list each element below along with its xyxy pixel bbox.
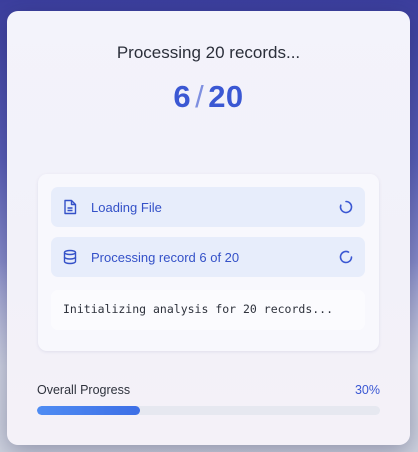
step-processing-record: Processing record 6 of 20 xyxy=(51,237,365,277)
spinner-icon xyxy=(338,199,354,215)
counter-separator: / xyxy=(195,79,205,114)
status-log: Initializing analysis for 20 records... xyxy=(51,290,365,330)
database-icon xyxy=(62,249,78,265)
step-label: Loading File xyxy=(91,199,162,215)
progress-dialog: Processing 20 records... 6/20 Loading Fi… xyxy=(7,11,410,445)
step-loading-file: Loading File xyxy=(51,187,365,227)
progress-bar xyxy=(37,406,380,415)
counter-total: 20 xyxy=(208,79,244,114)
file-icon xyxy=(62,199,78,215)
progress-label: Overall Progress xyxy=(37,383,131,397)
progress-bar-fill xyxy=(37,406,140,415)
dialog-title: Processing 20 records... xyxy=(116,43,301,62)
spinner-icon xyxy=(338,249,354,265)
progress-percent: 30% xyxy=(354,383,380,397)
counter-current: 6 xyxy=(173,79,192,114)
step-label: Processing record 6 of 20 xyxy=(91,249,240,265)
record-counter: 6/20 xyxy=(7,79,410,115)
steps-panel: Loading File Processing record 6 of 20 I… xyxy=(38,174,379,351)
